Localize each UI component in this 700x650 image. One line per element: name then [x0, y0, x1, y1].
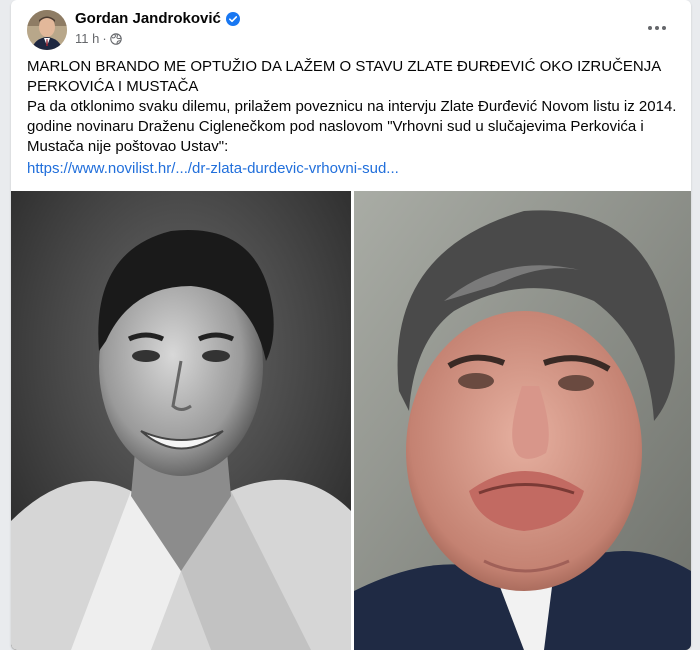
- verified-badge-icon: [225, 11, 240, 26]
- post-meta: 11 h ·: [75, 31, 122, 46]
- post-text: MARLON BRANDO ME OPTUŽIO DA LAŽEM O STAV…: [27, 57, 677, 157]
- facebook-post: Gordan Jandroković 11 h · MARLON BRANDO …: [11, 0, 691, 650]
- globe-icon[interactable]: [109, 32, 122, 45]
- author-name[interactable]: Gordan Jandroković: [75, 10, 240, 27]
- post-headline: MARLON BRANDO ME OPTUŽIO DA LAŽEM O STAV…: [27, 58, 661, 95]
- author-avatar[interactable]: [27, 10, 67, 50]
- post-link[interactable]: https://www.novilist.hr/.../dr-zlata-dur…: [27, 160, 399, 177]
- photo-grimacing-man[interactable]: [354, 191, 691, 650]
- more-options-icon: [648, 26, 666, 30]
- author-name-text[interactable]: Gordan Jandroković: [75, 10, 221, 27]
- post-header: Gordan Jandroković 11 h ·: [11, 0, 691, 56]
- photo-black-and-white-portrait[interactable]: [11, 191, 351, 650]
- meta-separator: ·: [102, 31, 107, 46]
- post-time[interactable]: 11 h: [75, 31, 99, 46]
- more-options-button[interactable]: [645, 16, 669, 40]
- post-paragraph: Pa da otklonimo svaku dilemu, prilažem p…: [27, 98, 677, 155]
- post-photos: [11, 191, 691, 650]
